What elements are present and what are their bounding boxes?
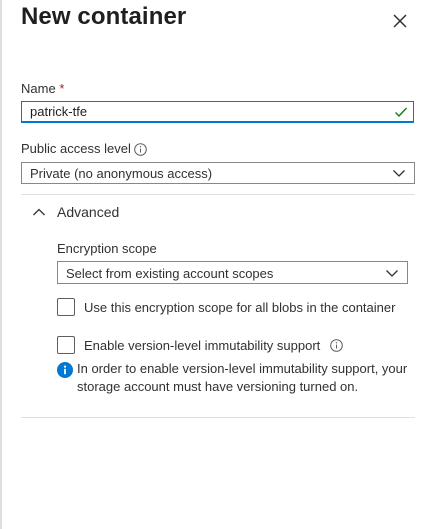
panel-left-edge: [0, 0, 2, 529]
encryption-scope-placeholder: Select from existing account scopes: [66, 266, 274, 281]
name-field[interactable]: [21, 101, 414, 123]
use-scope-label: Use this encryption scope for all blobs …: [84, 300, 396, 315]
public-access-label: Public access level: [21, 141, 131, 156]
chevron-up-icon: [33, 208, 45, 216]
section-divider: [21, 194, 415, 195]
chevron-down-icon: [393, 170, 405, 177]
advanced-toggle[interactable]: Advanced: [30, 203, 150, 223]
immutability-info-note: In order to enable version-level immutab…: [77, 361, 408, 394]
encryption-scope-label: Encryption scope: [57, 241, 157, 256]
checkmark-icon: [395, 107, 408, 118]
public-access-dropdown[interactable]: Private (no anonymous access): [21, 162, 415, 184]
section-divider: [21, 417, 415, 418]
panel-title: New container: [21, 3, 187, 30]
info-filled-icon: [57, 362, 73, 378]
public-access-value: Private (no anonymous access): [30, 166, 213, 181]
immutability-checkbox[interactable]: [57, 336, 75, 354]
name-label-text: Name: [21, 81, 56, 96]
advanced-label: Advanced: [57, 204, 120, 220]
immutability-label: Enable version-level immutability suppor…: [84, 338, 321, 353]
name-field-label: Name *: [21, 81, 64, 96]
close-button[interactable]: [388, 9, 412, 33]
chevron-down-icon: [386, 270, 398, 277]
close-icon: [393, 14, 407, 28]
encryption-scope-dropdown[interactable]: Select from existing account scopes: [57, 261, 408, 284]
info-icon[interactable]: [330, 339, 343, 352]
required-marker: *: [59, 81, 65, 96]
use-scope-checkbox[interactable]: [57, 298, 75, 316]
info-icon[interactable]: [134, 143, 147, 156]
name-input[interactable]: [30, 104, 370, 119]
